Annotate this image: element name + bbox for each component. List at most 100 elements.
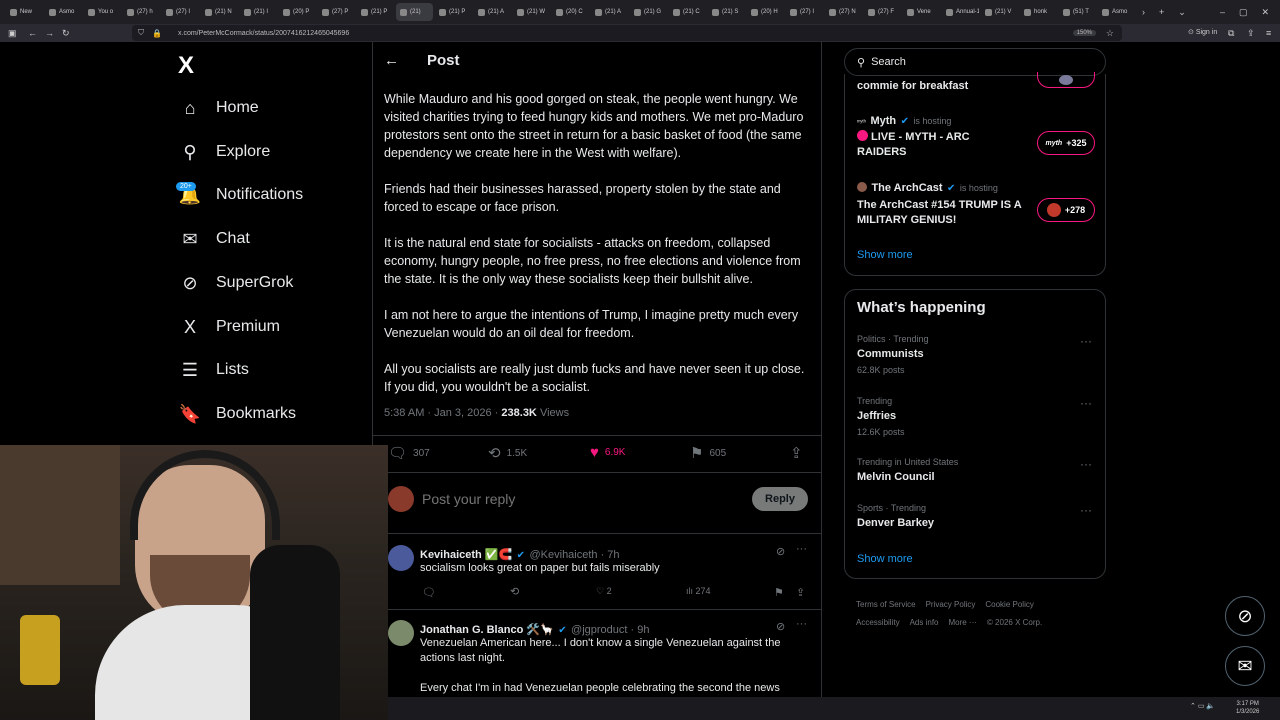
nav-item-lists[interactable]: ☰ Lists [178, 352, 249, 388]
clock[interactable]: 3:17 PM 1/3/2026 [1236, 700, 1259, 716]
browser-tab[interactable]: (27) h [123, 3, 160, 21]
zoom-level[interactable]: 150% [1072, 30, 1096, 36]
reply-input[interactable] [422, 488, 722, 510]
footer-link[interactable]: Ads info [910, 618, 939, 627]
views-action[interactable]: ılı 274 [686, 586, 711, 596]
footer-link[interactable]: More ··· [948, 618, 976, 627]
browser-tab[interactable]: (21) G [630, 3, 667, 21]
reply-item[interactable]: Jonathan G. Blanco 🛠️🦙 ✔ @jgproduct · 9h… [388, 618, 812, 698]
account-button[interactable]: ⊙ Sign in [1188, 28, 1217, 38]
share-icon[interactable]: ⇪ [1247, 28, 1255, 38]
browser-tab[interactable]: Asmo [45, 3, 82, 21]
trend-name[interactable]: Communists [857, 348, 924, 360]
more-options-icon[interactable]: ··· [1080, 503, 1092, 517]
browser-tab[interactable]: (20) H [747, 3, 784, 21]
browser-tab[interactable]: (20) P [279, 3, 316, 21]
bookmark-star-icon[interactable]: ☆ [1106, 28, 1114, 39]
repost-icon[interactable]: ⟲ [510, 585, 519, 598]
reload-icon[interactable]: ↻ [62, 28, 70, 38]
nav-item-home[interactable]: ⌂ Home [178, 90, 259, 126]
post-timestamp[interactable]: 5:38 AM · Jan 3, 2026 · [384, 407, 501, 419]
browser-tab[interactable]: Annual-1 [942, 3, 979, 21]
sidebar-toggle-icon[interactable]: ▣ [8, 28, 17, 38]
grok-fab-button[interactable]: ⊘ [1225, 596, 1265, 636]
browser-tab[interactable]: You o [84, 3, 121, 21]
browser-tab[interactable]: Asmo [1098, 3, 1135, 21]
grok-icon[interactable]: ⊘ [776, 545, 785, 558]
browser-tab[interactable]: (21) S [708, 3, 745, 21]
footer-link[interactable]: Terms of Service [856, 600, 916, 609]
live-join-button[interactable]: myth +325 [1037, 131, 1095, 155]
more-options-icon[interactable]: ··· [796, 543, 807, 555]
new-tab-button[interactable]: + [1159, 7, 1164, 17]
nav-item-notifications[interactable]: 🔔 Notifications [178, 177, 303, 213]
footer-link[interactable]: Privacy Policy [926, 600, 976, 609]
browser-tab[interactable]: (21) A [474, 3, 511, 21]
reply-action[interactable]: 🗨 307 [388, 444, 430, 462]
more-options-icon[interactable]: ··· [1080, 457, 1092, 471]
browser-tab[interactable]: New [6, 3, 43, 21]
footer-link[interactable]: © 2026 X Corp. [987, 618, 1042, 627]
browser-tab[interactable]: (21) P [357, 3, 394, 21]
trend-name[interactable]: Melvin Council [857, 471, 935, 483]
reply-item[interactable]: Kevihaiceth ✅🧲 ✔ @Kevihaiceth · 7h ⊘ ···… [388, 543, 812, 605]
like-action[interactable]: ♥ 6.9K [590, 444, 625, 461]
browser-tab[interactable]: Vene [903, 3, 940, 21]
host-name[interactable]: Myth [870, 115, 896, 127]
browser-tab[interactable]: (21) C [669, 3, 706, 21]
share-icon[interactable]: ⇪ [796, 586, 805, 599]
live-join-button[interactable]: +278 [1037, 198, 1095, 222]
browser-tab[interactable]: (21) N [201, 3, 238, 21]
live-title[interactable]: commie for breakfast [857, 79, 968, 94]
more-options-icon[interactable]: ··· [1080, 396, 1092, 410]
browser-tab[interactable]: (20) C [552, 3, 589, 21]
trend-name[interactable]: Jeffries [857, 410, 896, 422]
reply-handle[interactable]: @Kevihaiceth · 7h [530, 549, 620, 561]
more-options-icon[interactable]: ··· [1080, 334, 1092, 348]
back-arrow-icon[interactable]: ← [384, 52, 399, 69]
maximize-button[interactable]: ▢ [1239, 7, 1248, 18]
repost-action[interactable]: ⟲ 1.5K [488, 444, 527, 462]
nav-item-bookmarks[interactable]: 🔖 Bookmarks [178, 396, 296, 432]
reply-button[interactable]: Reply [752, 487, 808, 511]
footer-link[interactable]: Cookie Policy [985, 600, 1033, 609]
network-icon[interactable]: ▭ [1198, 703, 1205, 710]
browser-tab[interactable]: (27) N [825, 3, 862, 21]
footer-link[interactable]: Accessibility [856, 618, 900, 627]
nav-item-chat[interactable]: ✉ Chat [178, 221, 249, 257]
browser-tab[interactable]: (21) P [435, 3, 472, 21]
more-options-icon[interactable]: ··· [796, 618, 807, 630]
browser-tab[interactable]: (21) W [513, 3, 550, 21]
browser-tab[interactable]: honk [1020, 3, 1057, 21]
messages-fab-button[interactable]: ✉ [1225, 646, 1265, 686]
browser-tab[interactable]: (27) I [786, 3, 823, 21]
reply-icon[interactable]: 🗨 [422, 586, 436, 599]
share-action[interactable]: ⇪ [790, 444, 803, 462]
reply-handle[interactable]: @jgproduct · 9h [571, 624, 649, 636]
back-icon[interactable]: ← [28, 28, 37, 38]
tab-list-icon[interactable]: ⌄ [1178, 7, 1186, 18]
browser-tab[interactable]: (27) I [162, 3, 199, 21]
browser-tab[interactable]: (27) P [318, 3, 355, 21]
bookmark-action[interactable]: ⚑ 605 [690, 444, 726, 462]
show-more-link[interactable]: Show more [857, 249, 913, 261]
live-title[interactable]: The ArchCast #154 TRUMP IS A MILITARY GE… [857, 198, 1027, 228]
extensions-icon[interactable]: ⧉ [1228, 28, 1234, 38]
browser-tab[interactable]: (27) F [864, 3, 901, 21]
menu-icon[interactable]: ≡ [1266, 28, 1271, 38]
browser-tab[interactable]: (21) V [981, 3, 1018, 21]
host-name[interactable]: The ArchCast [871, 182, 942, 194]
x-logo[interactable]: X [178, 52, 194, 80]
nav-item-premium[interactable]: X Premium [178, 309, 280, 345]
browser-tab[interactable]: (21) [396, 3, 433, 21]
tab-scroll-right-icon[interactable]: › [1142, 7, 1145, 17]
trend-name[interactable]: Denver Barkey [857, 517, 934, 529]
browser-tab[interactable]: (51) T [1059, 3, 1096, 21]
live-title[interactable]: LIVE - MYTH - ARC RAIDERS [857, 130, 1017, 160]
url-field[interactable]: ⛉ 🔒 x.com/PeterMcCormack/status/20074162… [132, 25, 1122, 41]
close-window-button[interactable]: ✕ [1262, 7, 1270, 18]
chevron-up-icon[interactable]: ⌃ [1190, 703, 1196, 710]
minimize-button[interactable]: – [1220, 7, 1225, 17]
like-action[interactable]: ♡ 2 [596, 586, 612, 597]
nav-item-supergrok[interactable]: ⊘ SuperGrok [178, 265, 293, 301]
